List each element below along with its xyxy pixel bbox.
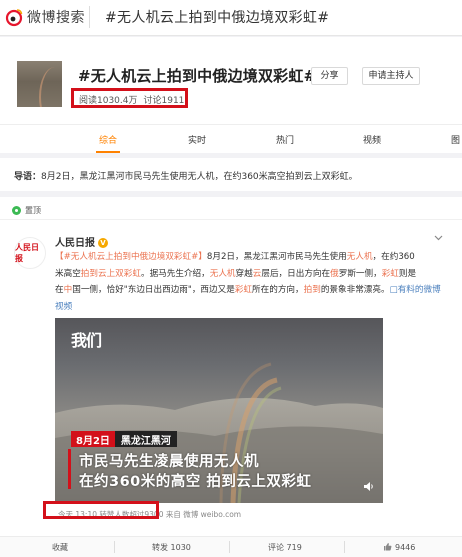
tab-realtime[interactable]: 实时	[188, 133, 206, 146]
keyword-highlight: 无人机	[209, 268, 236, 279]
author-name[interactable]: 人民日报 V	[55, 234, 108, 249]
post-text-segment: 国一侧，恰好"东边日出西边雨"，西边又是	[72, 285, 235, 295]
repost-button[interactable]: 转发 1030	[152, 542, 191, 553]
chevron-down-icon[interactable]	[434, 234, 443, 244]
topic-title: #无人机云上拍到中俄边境双彩虹#	[78, 67, 317, 85]
favorite-button[interactable]: 收藏	[52, 542, 68, 553]
post-text-segment: 所在的方向，	[252, 285, 304, 295]
speaker-icon[interactable]	[363, 481, 375, 495]
caption-accent-bar	[68, 449, 71, 489]
highlight-box-meta	[43, 501, 159, 519]
apply-host-button[interactable]: 申请主持人	[362, 67, 420, 85]
like-button[interactable]: 9446	[383, 542, 415, 553]
search-query[interactable]: #无人机云上拍到中俄边境双彩虹#	[105, 7, 329, 27]
post-text-segment: 层后，日出方向在	[261, 268, 331, 279]
search-header: 微博搜索 #无人机云上拍到中俄边境双彩虹#	[0, 0, 462, 36]
video-player[interactable]: 我们 8月2日 黑龙江黑河 市民马先生凌晨使用无人机 在约360米的高空 拍到云…	[55, 318, 383, 503]
weibo-search-logo[interactable]: 微博搜索	[4, 7, 85, 27]
hashtag-link[interactable]: 【#无人机云上拍到中俄边境双彩虹#】	[55, 252, 207, 262]
video-watermark-logo: 我们	[71, 331, 102, 350]
divider	[229, 541, 230, 553]
pinned-indicator: 置顶	[12, 205, 41, 216]
post-text-segment: 米高空	[55, 268, 81, 279]
post-action-bar: 收藏 转发 1030 评论 719 9446	[0, 536, 462, 557]
divider	[0, 219, 462, 220]
pin-icon	[12, 206, 21, 215]
keyword-highlight: 彩虹	[234, 285, 253, 295]
tab-comprehensive[interactable]: 综合	[99, 133, 117, 146]
pinned-post: 置顶 人民日报 人民日报 V 【#无人机云上拍到中俄边境双彩虹#】8月2日，黑龙江…	[0, 197, 462, 536]
like-count: 9446	[395, 543, 416, 552]
active-tab-underline	[96, 151, 120, 153]
post-source: 来自 微博 weibo.com	[165, 510, 242, 519]
post-text-segment: 穿越	[235, 268, 253, 279]
highlight-box-stats	[71, 88, 188, 108]
divider	[114, 541, 115, 553]
video-location-tag: 黑龙江黑河	[114, 431, 177, 447]
post-text-segment: 在	[55, 285, 64, 295]
post-text-segment: 则是	[398, 268, 417, 279]
topic-thumbnail[interactable]	[17, 61, 62, 107]
header-divider	[89, 6, 90, 28]
pinned-label: 置顶	[25, 206, 41, 215]
author-label: 人民日报	[55, 238, 95, 249]
tab-video[interactable]: 视频	[363, 133, 381, 146]
topic-card: #无人机云上拍到中俄边境双彩虹# 分享 申请主持人 阅读1030.4万 讨论191…	[0, 37, 462, 153]
comment-button[interactable]: 评论 719	[268, 542, 302, 553]
keyword-highlight: 无人机	[346, 252, 373, 262]
post-text-segment: 的景象非常漂亮。	[320, 285, 390, 295]
video-caption-line2: 在约360米的高空 拍到云上双彩虹	[79, 474, 312, 490]
verified-badge-icon: V	[98, 238, 108, 248]
tab-image[interactable]: 图	[451, 133, 460, 146]
post-text-segment: ，在约360	[372, 252, 415, 262]
keyword-highlight: 俄	[330, 268, 339, 279]
divider	[344, 541, 345, 553]
lead-text: 8月2日，黑龙江黑河市民马先生使用无人机，在约360米高空拍到云上双彩虹。	[41, 172, 358, 182]
topic-lead: 导语：8月2日，黑龙江黑河市民马先生使用无人机，在约360米高空拍到云上双彩虹。	[0, 158, 462, 191]
topic-tabs: 综合 实时 热门 视频 图	[0, 124, 462, 153]
keyword-highlight: 彩虹	[381, 268, 399, 279]
keyword-highlight: 拍到	[303, 285, 321, 295]
tab-hot[interactable]: 热门	[276, 133, 294, 146]
video-caption-line1: 市民马先生凌晨使用无人机	[79, 454, 259, 470]
post-text: 【#无人机云上拍到中俄边境双彩虹#】8月2日，黑龙江黑河市民马先生使用无人机，在…	[55, 249, 447, 315]
avatar[interactable]: 人民日报	[14, 237, 46, 269]
logo-text: 微博搜索	[27, 10, 85, 26]
post-text-segment: 8月2日，黑龙江黑河市民马先生使用	[206, 252, 347, 262]
share-button[interactable]: 分享	[311, 67, 348, 85]
lead-label: 导语：	[14, 172, 42, 182]
video-tag: 8月2日 黑龙江黑河	[71, 431, 177, 447]
thumbs-up-icon	[383, 542, 392, 553]
post-text-segment: 。据马先生介绍，	[140, 268, 210, 279]
post-text-segment: 罗斯一侧，	[338, 268, 382, 279]
keyword-highlight: 中	[63, 285, 73, 295]
keyword-highlight: 拍到云上双彩虹	[80, 268, 141, 279]
weibo-eye-icon	[4, 7, 24, 27]
video-date-tag: 8月2日	[71, 431, 115, 447]
